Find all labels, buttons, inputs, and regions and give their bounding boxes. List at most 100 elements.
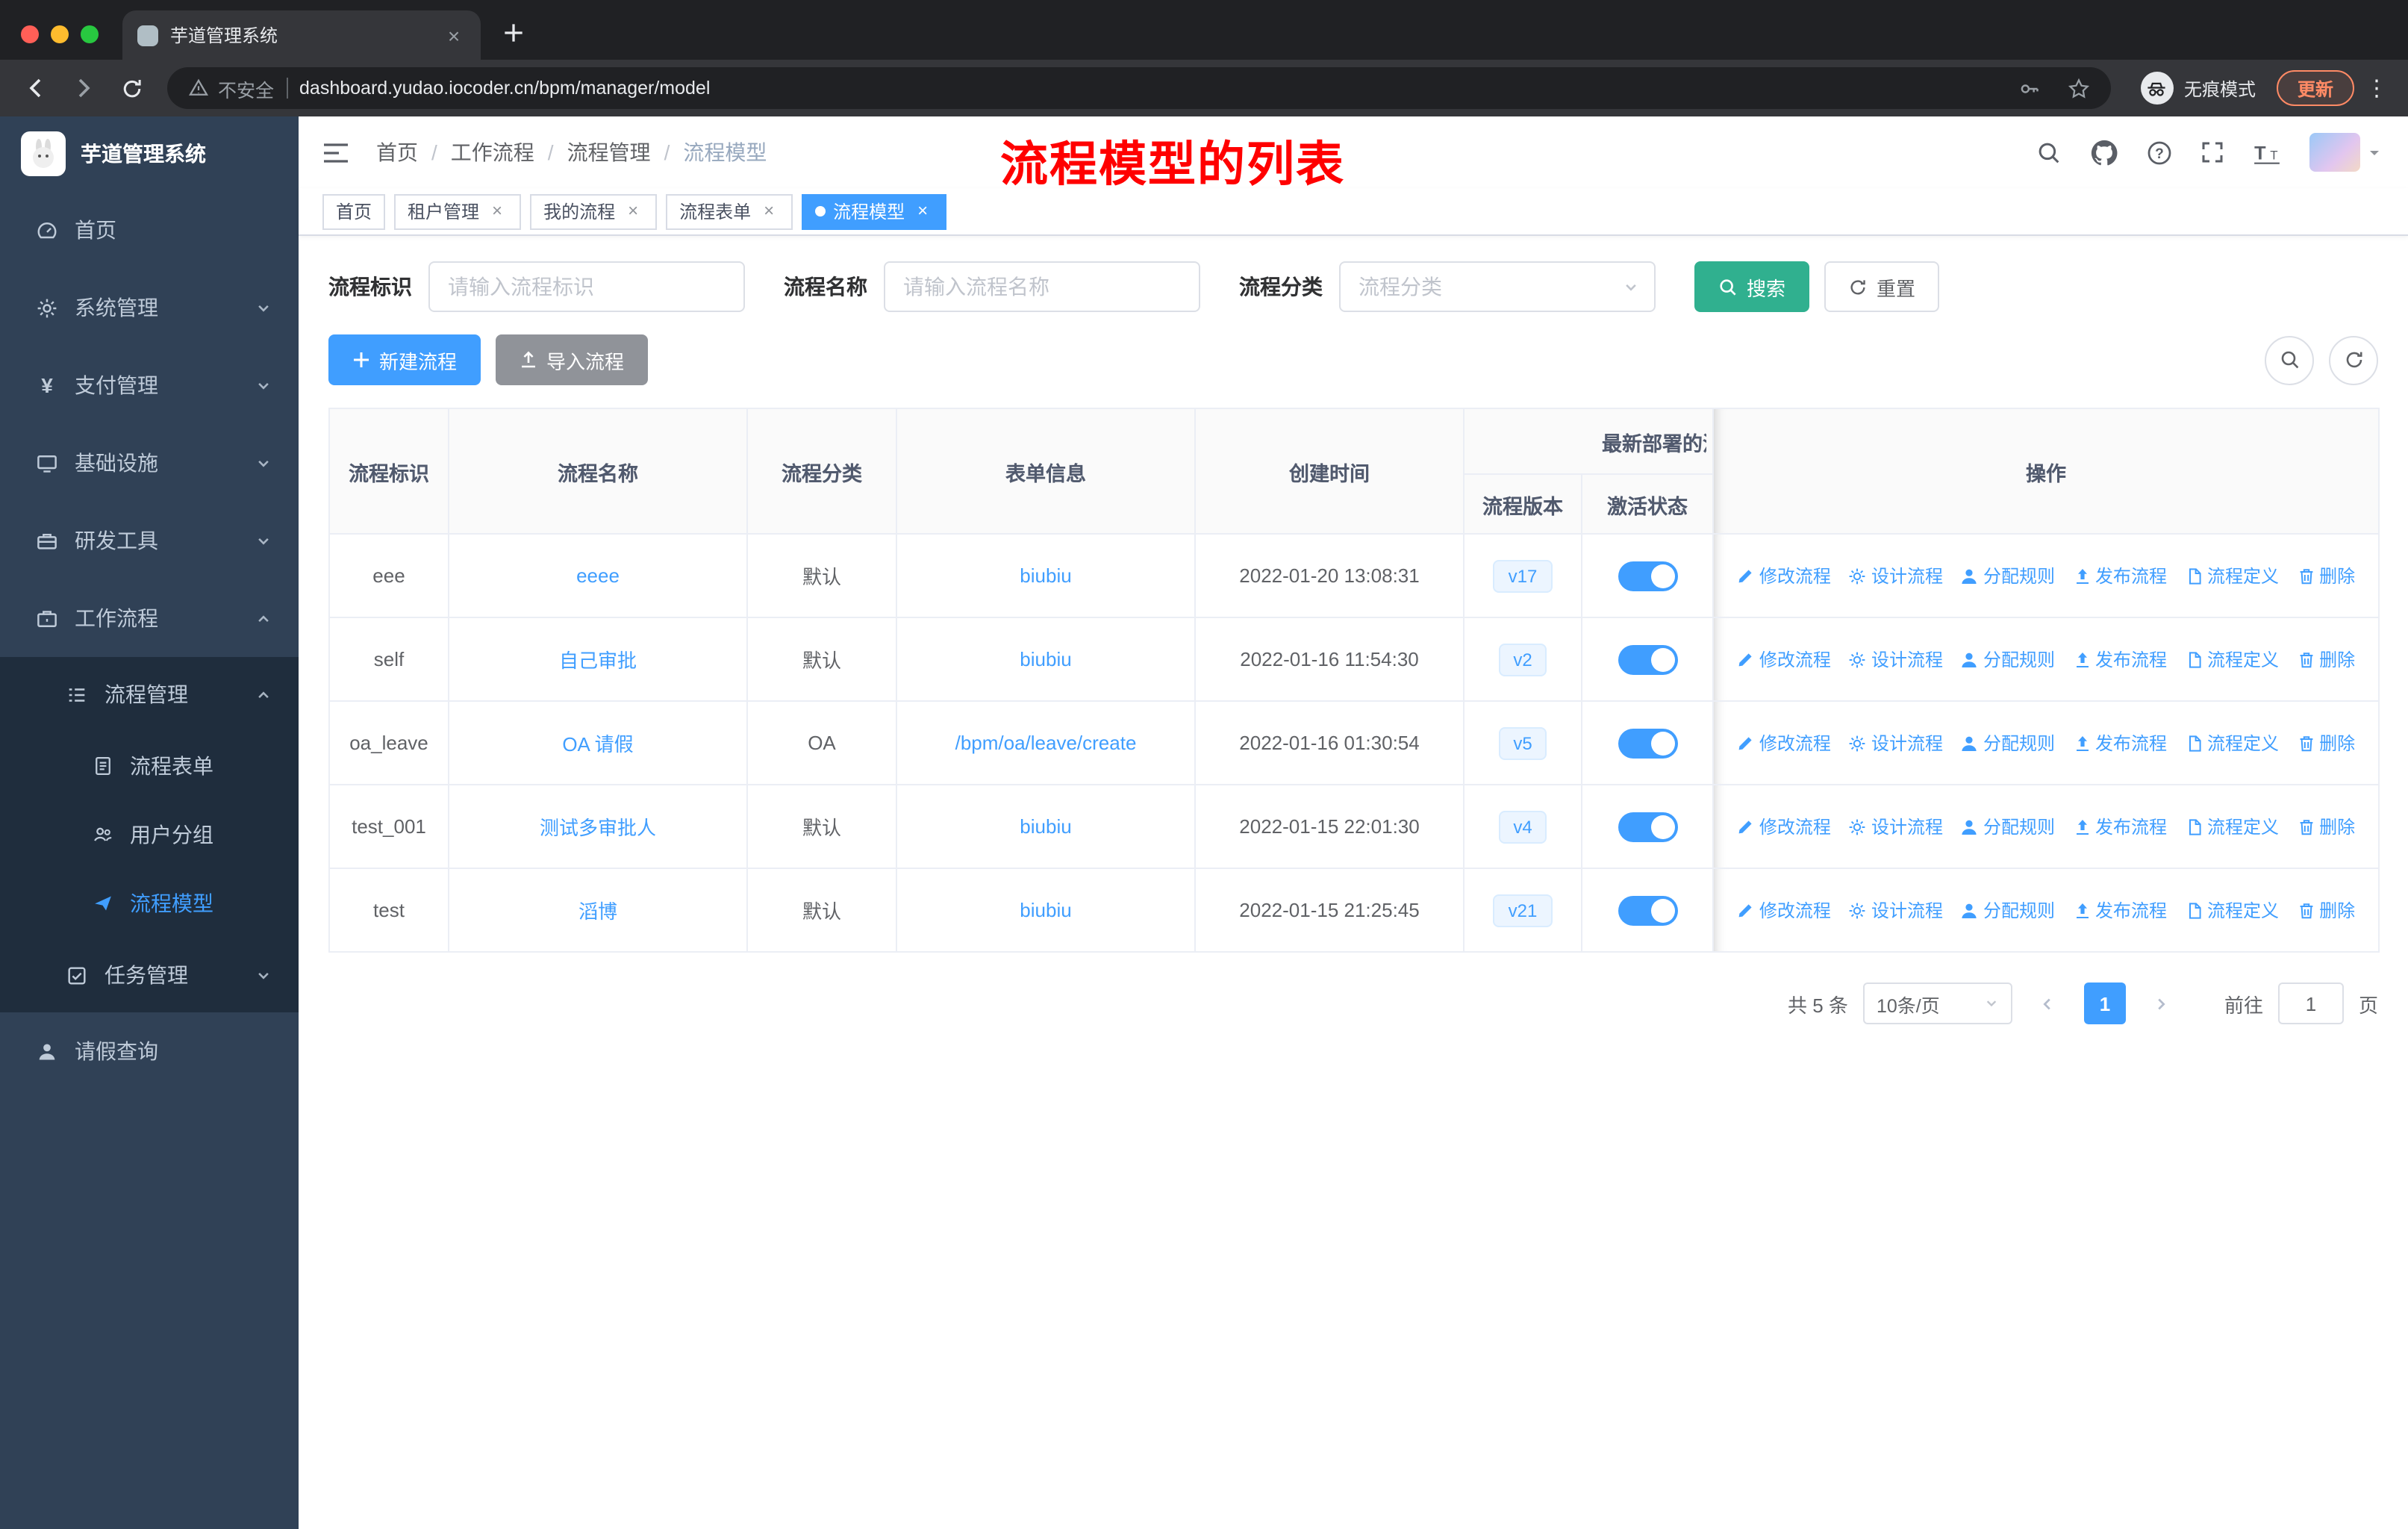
- bookmark-star-icon[interactable]: [2068, 77, 2090, 99]
- process-name-input[interactable]: [884, 261, 1200, 312]
- sidebar-item-user-group[interactable]: 用户分组: [0, 800, 299, 869]
- fullscreen-icon[interactable]: [2200, 140, 2224, 164]
- password-key-icon[interactable]: [2018, 77, 2041, 99]
- toggle-search-button[interactable]: [2265, 335, 2314, 384]
- form-info-link[interactable]: biubiu: [1020, 648, 1071, 670]
- process-definition-link[interactable]: 流程定义: [2185, 897, 2279, 923]
- design-process-link[interactable]: 设计流程: [1849, 730, 1943, 756]
- design-process-link[interactable]: 设计流程: [1849, 897, 1943, 923]
- help-icon[interactable]: ?: [2147, 140, 2172, 165]
- publish-process-link[interactable]: 发布流程: [2073, 730, 2167, 756]
- search-button[interactable]: 搜索: [1694, 261, 1810, 312]
- app-logo[interactable]: 芋道管理系统: [0, 116, 299, 191]
- refresh-table-button[interactable]: [2329, 335, 2378, 384]
- minimize-window-button[interactable]: [51, 25, 69, 43]
- form-info-link[interactable]: biubiu: [1020, 899, 1071, 921]
- breadcrumb-item[interactable]: 工作流程: [451, 137, 534, 167]
- tab-close-icon[interactable]: ×: [442, 23, 466, 47]
- close-window-button[interactable]: [21, 25, 39, 43]
- active-toggle[interactable]: [1618, 895, 1677, 925]
- tag-process-form[interactable]: 流程表单 ×: [666, 193, 793, 229]
- modify-process-link[interactable]: 修改流程: [1737, 814, 1831, 839]
- close-icon[interactable]: ×: [623, 201, 643, 222]
- sidebar-item-system[interactable]: 系统管理: [0, 269, 299, 346]
- back-button[interactable]: [15, 67, 57, 109]
- close-icon[interactable]: ×: [758, 201, 779, 222]
- process-name-link[interactable]: 自己审批: [559, 650, 637, 672]
- process-definition-link[interactable]: 流程定义: [2185, 814, 2279, 839]
- sidebar-item-process-model[interactable]: 流程模型: [0, 869, 299, 938]
- reset-button[interactable]: 重置: [1824, 261, 1940, 312]
- assign-rule-link[interactable]: 分配规则: [1961, 563, 2055, 588]
- publish-process-link[interactable]: 发布流程: [2073, 897, 2167, 923]
- sidebar-item-home[interactable]: 首页: [0, 191, 299, 269]
- category-select[interactable]: 流程分类: [1339, 261, 1656, 312]
- sidebar-item-payment[interactable]: ¥ 支付管理: [0, 346, 299, 424]
- active-toggle[interactable]: [1618, 644, 1677, 674]
- browser-tab[interactable]: 芋道管理系统 ×: [122, 10, 481, 60]
- modify-process-link[interactable]: 修改流程: [1737, 897, 1831, 923]
- browser-menu-icon[interactable]: ⋮: [2360, 75, 2393, 102]
- publish-process-link[interactable]: 发布流程: [2073, 647, 2167, 672]
- user-avatar[interactable]: [2309, 133, 2381, 172]
- address-bar[interactable]: 不安全 dashboard.yudao.iocoder.cn/bpm/manag…: [167, 67, 2111, 109]
- form-info-link[interactable]: /bpm/oa/leave/create: [955, 732, 1137, 754]
- publish-process-link[interactable]: 发布流程: [2073, 563, 2167, 588]
- breadcrumb-item[interactable]: 流程管理: [567, 137, 651, 167]
- assign-rule-link[interactable]: 分配规则: [1961, 814, 2055, 839]
- tag-home[interactable]: 首页: [322, 193, 386, 229]
- create-process-button[interactable]: 新建流程: [328, 334, 481, 385]
- modify-process-link[interactable]: 修改流程: [1737, 730, 1831, 756]
- zoom-window-button[interactable]: [81, 25, 99, 43]
- breadcrumb-item[interactable]: 首页: [376, 137, 418, 167]
- publish-process-link[interactable]: 发布流程: [2073, 814, 2167, 839]
- reload-button[interactable]: [110, 67, 152, 109]
- security-indicator[interactable]: 不安全: [188, 74, 274, 102]
- process-id-input[interactable]: [428, 261, 745, 312]
- page-size-select[interactable]: 10条/页: [1862, 983, 2012, 1024]
- modify-process-link[interactable]: 修改流程: [1737, 563, 1831, 588]
- delete-link[interactable]: 删除: [2297, 730, 2355, 756]
- delete-link[interactable]: 删除: [2297, 563, 2355, 588]
- form-info-link[interactable]: biubiu: [1020, 815, 1071, 838]
- goto-page-input[interactable]: [2277, 983, 2344, 1024]
- sidebar-item-workflow[interactable]: 工作流程: [0, 579, 299, 657]
- new-tab-button[interactable]: [493, 12, 534, 54]
- tag-process-model-active[interactable]: 流程模型 ×: [802, 193, 947, 229]
- form-info-link[interactable]: biubiu: [1020, 564, 1071, 587]
- sidebar-item-leave-query[interactable]: 请假查询: [0, 1012, 299, 1090]
- modify-process-link[interactable]: 修改流程: [1737, 647, 1831, 672]
- url-text[interactable]: dashboard.yudao.iocoder.cn/bpm/manager/m…: [299, 78, 1991, 99]
- process-definition-link[interactable]: 流程定义: [2185, 730, 2279, 756]
- hamburger-icon[interactable]: [322, 141, 349, 164]
- assign-rule-link[interactable]: 分配规则: [1961, 897, 2055, 923]
- process-name-link[interactable]: OA 请假: [562, 733, 633, 756]
- active-toggle[interactable]: [1618, 812, 1677, 841]
- sidebar-item-devtools[interactable]: 研发工具: [0, 502, 299, 579]
- sidebar-item-process-form[interactable]: 流程表单: [0, 732, 299, 800]
- assign-rule-link[interactable]: 分配规则: [1961, 730, 2055, 756]
- process-name-link[interactable]: eeee: [576, 564, 620, 587]
- active-toggle[interactable]: [1618, 728, 1677, 758]
- tag-tenant[interactable]: 租户管理 ×: [394, 193, 522, 229]
- design-process-link[interactable]: 设计流程: [1849, 647, 1943, 672]
- design-process-link[interactable]: 设计流程: [1849, 563, 1943, 588]
- next-page-button[interactable]: [2141, 983, 2183, 1024]
- process-definition-link[interactable]: 流程定义: [2185, 563, 2279, 588]
- active-toggle[interactable]: [1618, 561, 1677, 591]
- search-icon[interactable]: [2036, 140, 2062, 165]
- delete-link[interactable]: 删除: [2297, 814, 2355, 839]
- update-button[interactable]: 更新: [2276, 70, 2354, 106]
- current-page-button[interactable]: 1: [2083, 983, 2126, 1024]
- design-process-link[interactable]: 设计流程: [1849, 814, 1943, 839]
- font-size-icon[interactable]: TT: [2253, 140, 2281, 165]
- process-definition-link[interactable]: 流程定义: [2185, 647, 2279, 672]
- delete-link[interactable]: 删除: [2297, 897, 2355, 923]
- sidebar-item-infra[interactable]: 基础设施: [0, 424, 299, 502]
- close-icon[interactable]: ×: [912, 201, 933, 222]
- github-icon[interactable]: [2090, 138, 2118, 166]
- tag-my-process[interactable]: 我的流程 ×: [530, 193, 658, 229]
- process-name-link[interactable]: 滔博: [578, 900, 617, 923]
- delete-link[interactable]: 删除: [2297, 647, 2355, 672]
- sidebar-item-task-manage[interactable]: 任务管理: [0, 938, 299, 1012]
